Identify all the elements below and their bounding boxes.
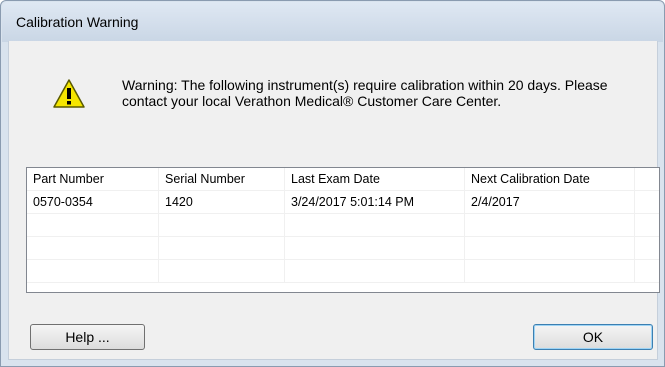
instrument-table[interactable]: Part Number Serial Number Last Exam Date… (26, 167, 660, 293)
table-row-empty (27, 237, 659, 260)
help-button[interactable]: Help ... (30, 324, 145, 350)
ok-button[interactable]: OK (533, 324, 653, 350)
warning-icon (53, 79, 85, 108)
table-header-row: Part Number Serial Number Last Exam Date… (27, 168, 659, 191)
cell-part-number: 0570-0354 (27, 191, 159, 213)
warning-message: Warning: The following instrument(s) req… (122, 77, 608, 109)
cell-serial-number: 1420 (159, 191, 285, 213)
column-header-part-number[interactable]: Part Number (27, 168, 159, 190)
table-row-empty (27, 214, 659, 237)
cell-last-exam-date: 3/24/2017 5:01:14 PM (285, 191, 465, 213)
column-header-next-calibration-date[interactable]: Next Calibration Date (465, 168, 635, 190)
column-header-filler (635, 168, 659, 190)
table-row[interactable]: 0570-0354 1420 3/24/2017 5:01:14 PM 2/4/… (27, 191, 659, 214)
window-title: Calibration Warning (16, 14, 139, 30)
column-header-last-exam-date[interactable]: Last Exam Date (285, 168, 465, 190)
cell-filler (635, 191, 659, 213)
cell-next-calibration-date: 2/4/2017 (465, 191, 635, 213)
column-header-serial-number[interactable]: Serial Number (159, 168, 285, 190)
table-row-empty (27, 260, 659, 283)
title-bar[interactable]: Calibration Warning (2, 2, 663, 42)
